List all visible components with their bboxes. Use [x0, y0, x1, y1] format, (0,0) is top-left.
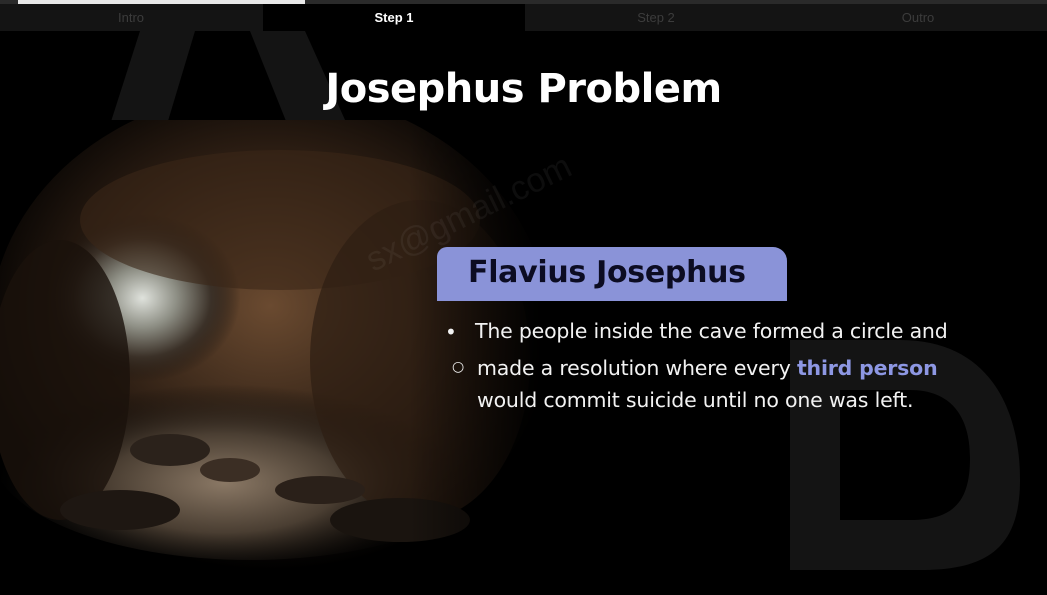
tab-outro[interactable]: Outro [787, 4, 1047, 31]
bullet-text-2-continued: would commit suicide until no one was le… [477, 388, 914, 412]
tab-step-1[interactable]: Step 1 [263, 4, 525, 31]
slide-title: Josephus Problem [325, 66, 722, 112]
highlight-third-person: third person [796, 356, 938, 380]
bullet-circle-icon: ○ [452, 359, 465, 375]
tab-step-2[interactable]: Step 2 [525, 4, 787, 31]
tab-intro[interactable]: Intro [0, 4, 262, 31]
bullet-text-1: The people inside the cave formed a circ… [475, 319, 948, 343]
section-label: Flavius Josephus [468, 255, 746, 290]
cave-image [0, 120, 545, 595]
bullet-text-2-part1: made a resolution where every [477, 356, 797, 380]
tab-bar: Intro Step 1 Step 2 Outro [0, 0, 1047, 31]
bullet-dot-icon: • [445, 320, 457, 344]
bullet-text-2: made a resolution where every third pers… [477, 356, 938, 380]
